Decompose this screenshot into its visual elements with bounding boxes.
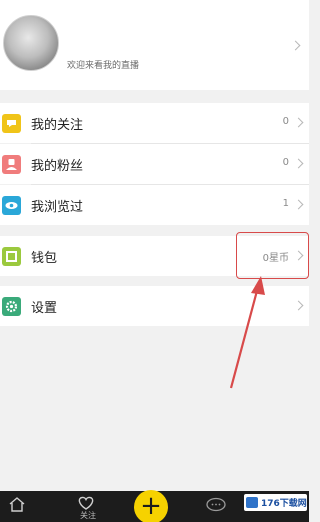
watermark: 176下载网 [244,494,307,511]
watermark-logo-icon [246,497,258,508]
annotation-arrow [229,276,265,389]
watermark-text: 176下载网 [261,499,307,509]
create-live-button[interactable]: + [134,490,168,522]
home-icon[interactable] [8,496,26,516]
tab-follow-label[interactable]: 关注 [80,510,96,521]
chat-icon[interactable] [205,497,227,517]
